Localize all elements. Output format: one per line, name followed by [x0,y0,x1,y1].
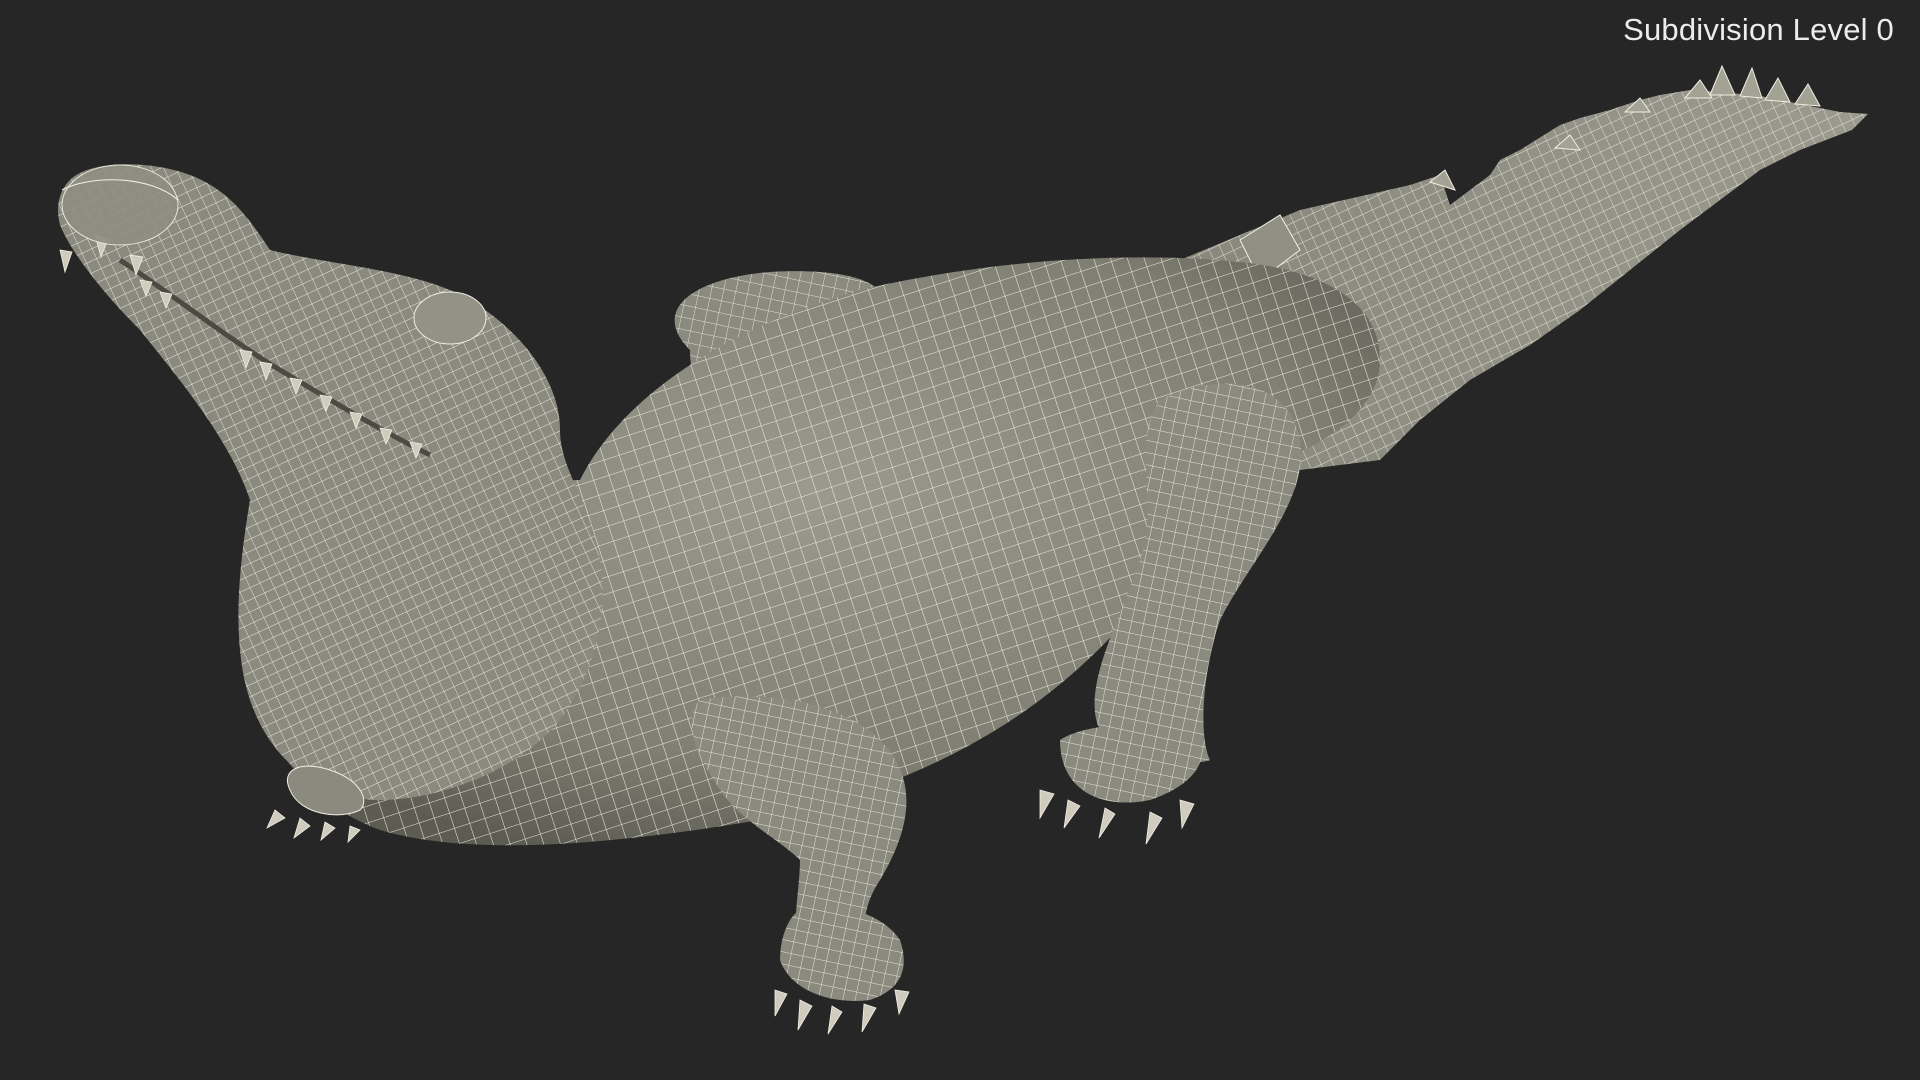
head [58,164,603,800]
hind-foot-near [1039,725,1202,845]
subdivision-level-label: Subdivision Level 0 [1623,12,1894,47]
render-viewport: Subdivision Level 0 [0,0,1920,1080]
front-foot-near [774,906,910,1035]
crocodile-wireframe-model [58,64,1868,1035]
